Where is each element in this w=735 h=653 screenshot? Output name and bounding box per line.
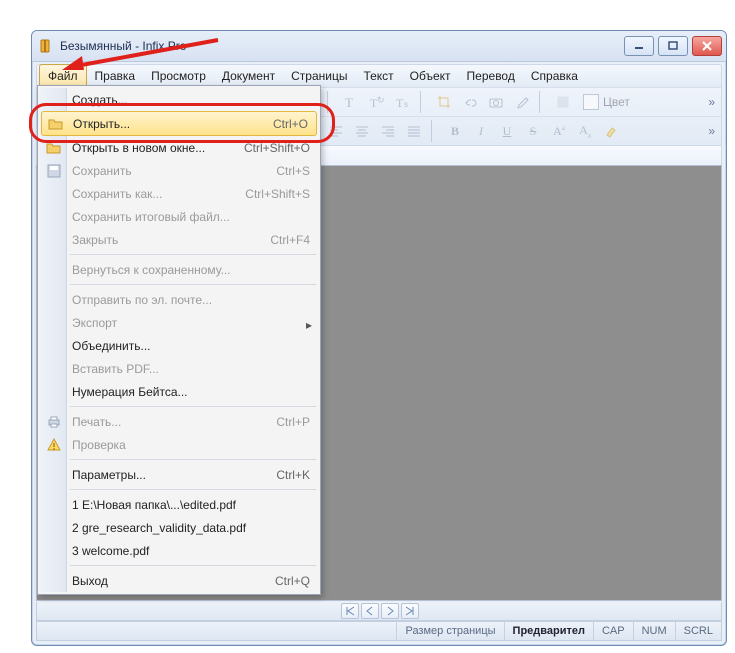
menu-file[interactable]: Файл [39,64,87,87]
folder-open-icon [45,139,63,157]
menu-label: Текст [363,69,393,83]
color-label: Цвет [603,95,630,109]
menu-translate[interactable]: Перевод [459,65,523,87]
menu-separator [70,565,316,566]
menu-item-open-new-window[interactable]: Открыть в новом окне... Ctrl+Shift+O [40,136,318,159]
status-scrl: SCRL [675,622,721,640]
bold-icon[interactable]: B [442,119,468,143]
menu-item-save-final[interactable]: Сохранить итоговый файл... [40,205,318,228]
app-icon [38,38,54,54]
menu-label: Объект [410,69,451,83]
menu-help[interactable]: Справка [523,65,586,87]
menu-item-recent-3[interactable]: 3 welcome.pdf [40,539,318,562]
minimize-button[interactable] [624,36,654,56]
menu-label: Просмотр [151,69,206,83]
svg-text:↻: ↻ [377,95,385,105]
menu-bar: Файл Правка Просмотр Документ Страницы Т… [36,64,722,87]
menu-item-merge[interactable]: Объединить... [40,334,318,357]
text-scale-icon[interactable]: Ts [390,90,416,114]
menu-item-bates[interactable]: Нумерация Бейтса... [40,380,318,403]
menu-label: Документ [222,69,275,83]
prev-page-icon[interactable] [361,603,379,619]
status-num: NUM [633,622,675,640]
color-swatch-icon [583,94,599,110]
camera-icon[interactable] [483,90,509,114]
svg-text:T: T [345,95,353,110]
menu-separator [70,284,316,285]
save-icon [45,162,63,180]
menu-item-open[interactable]: Открыть... Ctrl+O [41,111,317,136]
fill-icon[interactable] [550,90,576,114]
menu-separator [70,254,316,255]
next-page-icon[interactable] [381,603,399,619]
status-cap: CAP [593,622,633,640]
menu-item-preflight[interactable]: Проверка [40,433,318,456]
menu-item-send-email[interactable]: Отправить по эл. почте... [40,288,318,311]
align-left-icon[interactable] [323,119,349,143]
menu-pages[interactable]: Страницы [283,65,355,87]
file-menu-dropdown: Создать... Открыть... Ctrl+O Открыть в н… [37,85,321,595]
color-picker[interactable]: Цвет [576,90,637,114]
toolbar-overflow-icon[interactable]: » [704,95,719,109]
menu-item-preferences[interactable]: Параметры... Ctrl+K [40,463,318,486]
text-rotate-icon[interactable]: T↻ [364,90,390,114]
eyedropper-icon[interactable] [509,90,535,114]
toolbar-overflow-icon[interactable]: » [704,124,719,138]
subscript-icon[interactable]: Aa [572,119,598,143]
menu-item-recent-1[interactable]: 1 E:\Новая папка\...\edited.pdf [40,493,318,516]
menu-item-insert-pdf[interactable]: Вставить PDF... [40,357,318,380]
menu-edit[interactable]: Правка [87,65,144,87]
first-page-icon[interactable] [341,603,359,619]
folder-open-icon [47,115,65,133]
align-justify-icon[interactable] [401,119,427,143]
crop-icon[interactable] [431,90,457,114]
status-bar: Размер страницы Предварител CAP NUM SCRL [36,621,722,641]
submenu-arrow-icon: ▸ [306,318,312,332]
link-icon[interactable] [457,90,483,114]
last-page-icon[interactable] [401,603,419,619]
underline-icon[interactable]: U [494,119,520,143]
menu-item-exit[interactable]: Выход Ctrl+Q [40,569,318,592]
strike-icon[interactable]: S [520,119,546,143]
menu-label: Файл [48,69,78,83]
close-button[interactable] [692,36,722,56]
menu-separator [70,459,316,460]
menu-item-recent-2[interactable]: 2 gre_research_validity_data.pdf [40,516,318,539]
menu-separator [70,489,316,490]
align-center-icon[interactable] [349,119,375,143]
menu-item-new[interactable]: Создать... [40,88,318,111]
menu-object[interactable]: Объект [402,65,459,87]
menu-item-close[interactable]: Закрыть Ctrl+F4 [40,228,318,251]
maximize-button[interactable] [658,36,688,56]
menu-item-print[interactable]: Печать... Ctrl+P [40,410,318,433]
title-bar: Безымянный - Infix Pro [32,31,726,62]
window-title: Безымянный - Infix Pro [60,39,624,53]
menu-item-export[interactable]: Экспорт ▸ [40,311,318,334]
text-tool-icon[interactable]: T [338,90,364,114]
printer-icon [45,413,63,431]
menu-label: Правка [95,69,136,83]
svg-text:s: s [404,100,408,109]
menu-item-save-as[interactable]: Сохранить как... Ctrl+Shift+S [40,182,318,205]
menu-separator [70,406,316,407]
italic-icon[interactable]: I [468,119,494,143]
svg-text:T: T [396,96,404,110]
menu-view[interactable]: Просмотр [143,65,214,87]
page-nav-bar [36,602,722,621]
menu-label: Справка [531,69,578,83]
menu-label: Перевод [467,69,515,83]
status-page-size: Размер страницы [396,622,503,640]
align-right-icon[interactable] [375,119,401,143]
highlight-icon[interactable] [598,119,624,143]
superscript-icon[interactable]: Aa [546,119,572,143]
menu-item-save[interactable]: Сохранить Ctrl+S [40,159,318,182]
status-preview[interactable]: Предварител [504,622,593,640]
menu-document[interactable]: Документ [214,65,283,87]
menu-label: Страницы [291,69,347,83]
warning-icon [45,436,63,454]
menu-text[interactable]: Текст [355,65,401,87]
menu-item-revert[interactable]: Вернуться к сохраненному... [40,258,318,281]
